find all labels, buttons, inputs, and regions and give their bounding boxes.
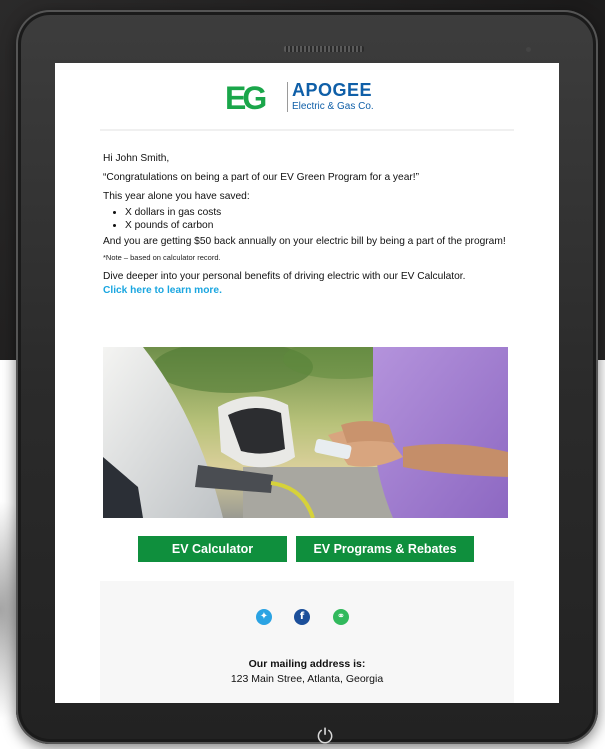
twitter-icon[interactable]: ✦: [256, 609, 272, 625]
brand-name: APOGEE: [292, 80, 373, 100]
eg-logo-mark-icon: EG: [225, 80, 269, 115]
link-icon[interactable]: ⚭: [333, 609, 349, 625]
learn-more-link[interactable]: Click here to learn more.: [103, 285, 222, 296]
email-screen: EG APOGEE Electric & Gas Co. Hi John Smi…: [55, 63, 559, 703]
cta-paragraph: Dive deeper into your personal benefits …: [103, 270, 523, 298]
facebook-icon[interactable]: f: [294, 609, 310, 625]
list-item: X pounds of carbon: [125, 219, 523, 232]
brand-subtitle: Electric & Gas Co.: [292, 101, 374, 112]
greeting: Hi John Smith,: [103, 153, 170, 164]
email-body: Hi John Smith, “Congratulations on being…: [103, 152, 523, 303]
savings-list: X dollars in gas costs X pounds of carbo…: [103, 206, 523, 232]
power-button-icon[interactable]: ⏻: [312, 723, 338, 749]
hero-illustration: [103, 347, 508, 518]
logo-divider: [287, 82, 288, 112]
camera-icon: [526, 47, 531, 52]
mailing-address-heading: Our mailing address is:: [248, 658, 366, 670]
mailing-address: 123 Main Stree, Atlanta, Georgia: [230, 673, 384, 685]
email-footer: ✦ f ⚭ Our mailing address is: 123 Main S…: [100, 581, 514, 703]
speaker-grille: [284, 46, 364, 52]
rebate-text: And you are getting $50 back annually on…: [103, 236, 506, 247]
savings-intro: This year alone you have saved:: [103, 191, 250, 202]
cta-text: Dive deeper into your personal benefits …: [103, 271, 466, 282]
apogee-logo[interactable]: EG APOGEE Electric & Gas Co.: [225, 79, 395, 115]
calculator-note: *Note – based on calculator record.: [103, 253, 221, 262]
ev-charging-photo: [103, 347, 508, 518]
headline: “Congratulations on being a part of our …: [103, 172, 419, 183]
list-item: X dollars in gas costs: [125, 206, 523, 219]
ev-calculator-button[interactable]: EV Calculator: [138, 536, 287, 562]
ev-programs-rebates-button[interactable]: EV Programs & Rebates: [296, 536, 474, 562]
svg-text:EG: EG: [225, 80, 265, 115]
header-divider: [100, 129, 514, 131]
